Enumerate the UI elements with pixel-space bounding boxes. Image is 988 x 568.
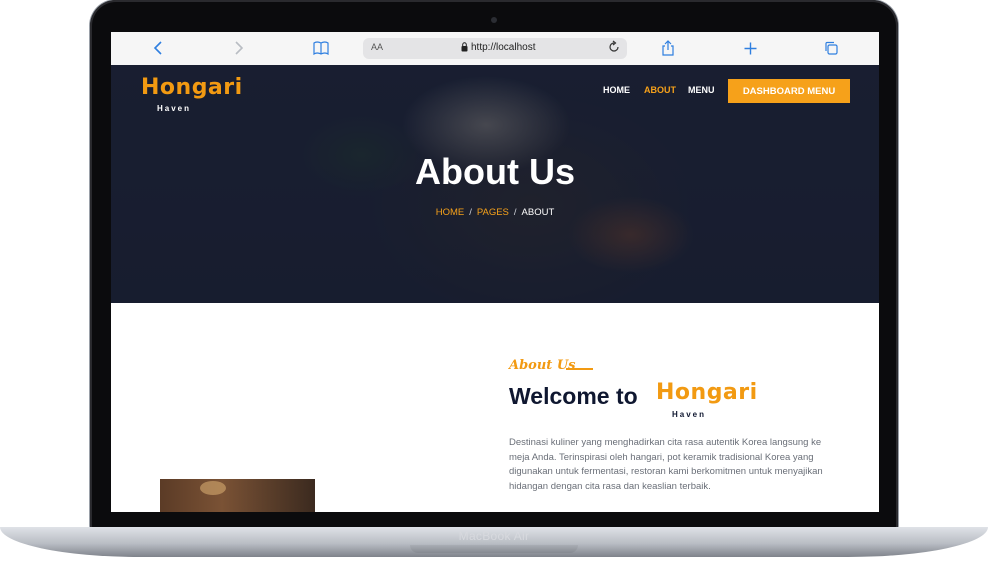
device-label: MacBook Air [458,529,530,543]
page-title: About Us [415,151,575,192]
dashboard-menu-button[interactable]: DASHBOARD MENU [728,79,850,103]
camera-icon [491,17,497,23]
nav-about[interactable]: ABOUT [644,85,676,95]
logo-title: Hongari [141,75,243,100]
breadcrumb-separator: / [469,207,472,218]
breadcrumb-home[interactable]: HOME [436,207,465,218]
heading-logo-title: Hongari [656,380,758,405]
lock-icon [461,42,468,55]
breadcrumb-current: ABOUT [521,207,555,218]
hero-banner: Hongari Haven HOME ABOUT MENU DASHBOARD … [111,65,879,303]
forward-icon[interactable] [229,39,249,57]
url-text: http://localhost [471,42,536,53]
heading-logo-subtitle: Haven [672,410,707,419]
bookmarks-icon[interactable] [311,39,331,57]
text-size-button[interactable]: AA [371,42,383,52]
address-bar[interactable]: AA http://localhost [363,38,627,59]
back-icon[interactable] [148,39,168,57]
site-logo[interactable]: Hongari Haven [141,75,243,113]
section-label: About Us [509,358,576,373]
new-tab-icon[interactable] [740,39,760,57]
breadcrumb-pages[interactable]: PAGES [477,207,509,218]
nav-menu[interactable]: MENU [688,85,715,95]
breadcrumb-separator: / [513,207,517,218]
tabs-overview-icon[interactable] [821,39,841,57]
section-label-line [566,368,593,370]
laptop-notch [410,545,578,553]
share-icon[interactable] [658,39,678,57]
image-detail [200,481,226,495]
browser-toolbar: AA http://localhost [111,32,879,66]
reload-icon[interactable] [607,40,621,57]
welcome-heading: Welcome to [509,383,638,409]
breadcrumb: HOME / PAGES / ABOUT [111,207,879,218]
heading-logo: Hongari Haven [656,380,758,419]
nav-home[interactable]: HOME [603,85,630,95]
about-food-image [160,479,315,512]
logo-subtitle: Haven [157,104,192,113]
screen: AA http://localhost Hongari Haven HOME A… [111,32,879,512]
about-description: Destinasi kuliner yang menghadirkan cita… [509,437,823,492]
